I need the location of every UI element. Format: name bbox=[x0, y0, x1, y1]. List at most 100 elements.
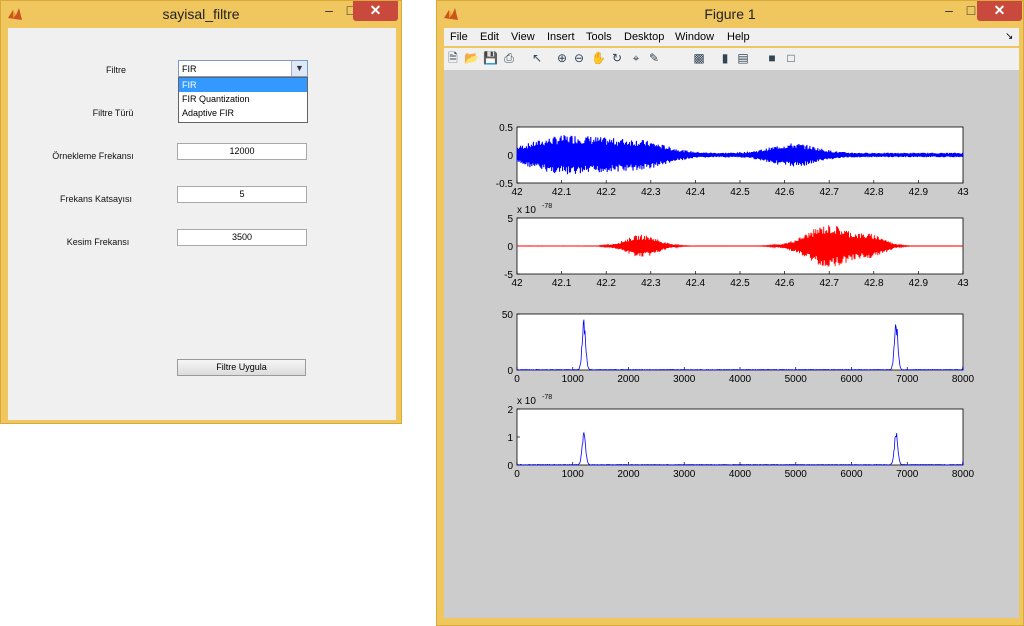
dock-arrow-icon[interactable]: ↘ bbox=[1005, 31, 1013, 42]
plot-4-exponent-power: -78 bbox=[542, 394, 552, 401]
minimize-button[interactable]: – bbox=[319, 1, 339, 21]
filtre-label: Filtre bbox=[106, 65, 126, 75]
kesim-input[interactable]: 3500 bbox=[177, 229, 307, 246]
plot-4-xtick-label: 6000 bbox=[840, 469, 863, 480]
plots-svg: 42 42.1 42.2 42.3 42.4 42.5 42.6 42.7 42.8 42.9 43… bbox=[496, 123, 975, 480]
save-icon[interactable]: 💾 bbox=[483, 51, 498, 65]
plot-3-xtick-label: 4000 bbox=[729, 374, 752, 385]
menu-window[interactable]: Window bbox=[675, 31, 714, 43]
plot-3-ytick-label: 0 bbox=[507, 366, 513, 377]
plot-4-ytick-label: 0 bbox=[507, 461, 513, 472]
plot-2-xtick-label: 42.2 bbox=[596, 278, 616, 289]
menu-file[interactable]: File bbox=[450, 31, 468, 43]
plot-3-xtick-label: 1000 bbox=[562, 374, 585, 385]
plot-1-xtick-label: 42 bbox=[511, 187, 523, 198]
close-button[interactable]: ✕ bbox=[977, 1, 1022, 21]
plot-1-xtick-label: 42.1 bbox=[552, 187, 572, 198]
plot-3-xtick-label: 0 bbox=[514, 374, 520, 385]
dropdown-option-adaptive-fir[interactable]: Adaptive FIR bbox=[179, 106, 307, 120]
kesim-label: Kesim Frekansı bbox=[66, 237, 130, 247]
plot-3-xtick-label: 7000 bbox=[896, 374, 919, 385]
plot-4-xtick-label: 2000 bbox=[617, 469, 640, 480]
colorbar-icon[interactable]: ▮ bbox=[718, 51, 732, 65]
zoom-out-icon[interactable]: ⊖ bbox=[572, 51, 586, 65]
hide-tools-icon[interactable]: ■ bbox=[765, 51, 779, 65]
chevron-down-icon[interactable]: ▼ bbox=[291, 61, 307, 76]
filtre-uygula-button[interactable]: Filtre Uygula bbox=[177, 359, 306, 376]
plot-4-ytick-label: 2 bbox=[507, 405, 513, 416]
plot-2-xtick-label: 42.5 bbox=[730, 278, 750, 289]
plot-2-xtick-label: 42 bbox=[511, 278, 523, 289]
close-button[interactable]: ✕ bbox=[353, 1, 398, 21]
ornekleme-input[interactable]: 12000 bbox=[177, 143, 307, 160]
link-icon[interactable]: ▩ bbox=[692, 51, 706, 65]
filtre-select-value: FIR bbox=[182, 64, 197, 74]
plot-2-xtick-label: 42.9 bbox=[909, 278, 929, 289]
plot-4-xtick-label: 3000 bbox=[673, 469, 696, 480]
left-titlebar[interactable]: sayisal_filtre – □ ✕ bbox=[1, 1, 401, 27]
brush-icon[interactable]: ✎ bbox=[647, 51, 661, 65]
plot-4-ytick-label: 1 bbox=[507, 433, 513, 444]
plot-1-xtick-label: 42.9 bbox=[909, 187, 929, 198]
plot-1-ytick-label: -0.5 bbox=[496, 179, 514, 190]
menubar: File Edit View Insert Tools Desktop Wind… bbox=[444, 28, 1019, 46]
plot-3-xtick-label: 8000 bbox=[952, 374, 975, 385]
rotate-icon[interactable]: ↻ bbox=[610, 51, 624, 65]
left-client-area: Filtre FIR ▼ FIR FIR Quantization Adapti… bbox=[8, 28, 396, 420]
data-cursor-icon[interactable]: ⌖ bbox=[629, 51, 643, 65]
plot-2-exponent-power: -78 bbox=[542, 203, 552, 210]
plot-2-xtick-label: 42.1 bbox=[552, 278, 572, 289]
new-file-icon[interactable]: 🗎 bbox=[446, 51, 460, 65]
dropdown-option-fir[interactable]: FIR bbox=[179, 78, 307, 92]
plot-1-xtick-label: 43 bbox=[957, 187, 969, 198]
figure-canvas: 42 42.1 42.2 42.3 42.4 42.5 42.6 42.7 42.8 42.9 43… bbox=[444, 70, 1019, 618]
menu-help[interactable]: Help bbox=[727, 31, 750, 43]
menu-view[interactable]: View bbox=[511, 31, 535, 43]
plot-1-xtick-label: 42.2 bbox=[596, 187, 616, 198]
plot-2-xtick-label: 42.6 bbox=[775, 278, 795, 289]
plot-4-xtick-label: 5000 bbox=[785, 469, 808, 480]
plot-2-ytick-label: -5 bbox=[504, 270, 513, 281]
plot-4-xtick-label: 7000 bbox=[896, 469, 919, 480]
plot-4-xtick-label: 1000 bbox=[562, 469, 585, 480]
plot-4-xtick-label: 0 bbox=[514, 469, 520, 480]
plot-2-xtick-label: 43 bbox=[957, 278, 969, 289]
plot-4-xtick-label: 8000 bbox=[952, 469, 975, 480]
menu-edit[interactable]: Edit bbox=[480, 31, 499, 43]
plot-2-ytick-label: 5 bbox=[507, 214, 513, 225]
open-folder-icon[interactable]: 📂 bbox=[464, 51, 479, 65]
katsayi-label: Frekans Katsayısı bbox=[59, 194, 133, 204]
plot-2-xtick-label: 42.8 bbox=[864, 278, 884, 289]
plot-2-ytick-label: 0 bbox=[507, 242, 513, 253]
plot-1-xtick-label: 42.6 bbox=[775, 187, 795, 198]
plot-1-xtick-label: 42.4 bbox=[686, 187, 706, 198]
plot-3-ytick-label: 50 bbox=[502, 310, 514, 321]
filtre-select[interactable]: FIR ▼ bbox=[178, 60, 308, 77]
menu-insert[interactable]: Insert bbox=[547, 31, 575, 43]
dropdown-option-fir-quantization[interactable]: FIR Quantization bbox=[179, 92, 307, 106]
filtre-turu-label: Filtre Türü bbox=[92, 108, 134, 118]
pan-hand-icon[interactable]: ✋ bbox=[591, 51, 606, 65]
ornekleme-label: Örnekleme Frekansı bbox=[52, 151, 134, 161]
plot-2-xtick-label: 42.7 bbox=[819, 278, 839, 289]
menu-tools[interactable]: Tools bbox=[586, 31, 612, 43]
figure-titlebar[interactable]: Figure 1 – □ ✕ bbox=[437, 1, 1023, 27]
figure-toolbar: 🗎 📂 💾 ⎙ ↖ ⊕ ⊖ ✋ ↻ ⌖ ✎ ▩ ▮ ▤ ■ □ bbox=[444, 48, 1019, 71]
minimize-button[interactable]: – bbox=[939, 1, 959, 21]
plot-1-xtick-label: 42.3 bbox=[641, 187, 661, 198]
plot-3-xtick-label: 6000 bbox=[840, 374, 863, 385]
filtre-dropdown: FIR FIR Quantization Adaptive FIR bbox=[178, 77, 308, 123]
plot-3-xtick-label: 3000 bbox=[673, 374, 696, 385]
menu-desktop[interactable]: Desktop bbox=[624, 31, 664, 43]
pointer-icon[interactable]: ↖ bbox=[530, 51, 544, 65]
plot-4-exponent: x 10 bbox=[517, 396, 536, 407]
zoom-in-icon[interactable]: ⊕ bbox=[555, 51, 569, 65]
print-icon[interactable]: ⎙ bbox=[502, 51, 516, 65]
show-tools-icon[interactable]: □ bbox=[784, 51, 798, 65]
legend-icon[interactable]: ▤ bbox=[736, 51, 750, 65]
plot-1-xtick-label: 42.8 bbox=[864, 187, 884, 198]
plot-3-xtick-label: 5000 bbox=[785, 374, 808, 385]
plot-1-ytick-label: 0.5 bbox=[499, 123, 513, 134]
sayisal-filtre-window: sayisal_filtre – □ ✕ Filtre FIR ▼ FIR FI… bbox=[0, 0, 402, 424]
katsayi-input[interactable]: 5 bbox=[177, 186, 307, 203]
